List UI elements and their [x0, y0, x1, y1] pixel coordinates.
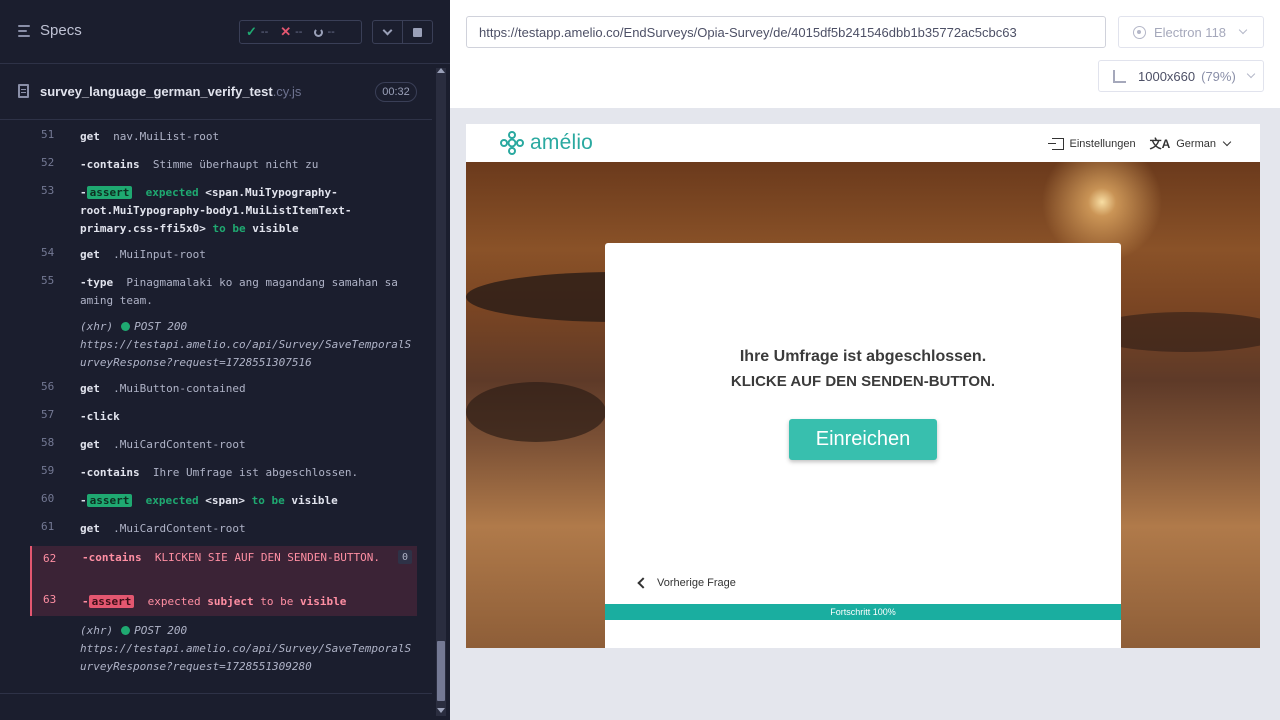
command-log: 51 get nav.MuiList-root 52 -contains Sti… [0, 122, 432, 682]
pending-stat: -- [308, 26, 340, 38]
assert-row[interactable]: 60 - assert expected <span> to be visible [30, 492, 417, 514]
assert-badge: assert [86, 494, 133, 507]
scroll-down-icon[interactable] [437, 708, 445, 713]
command-row[interactable]: 51 get nav.MuiList-root [30, 128, 417, 150]
scrollbar-thumb[interactable] [437, 641, 445, 701]
privacy-note: Ihre Antworten werden vertraulich behand… [605, 624, 1121, 634]
stop-icon [413, 27, 422, 37]
specs-label: Specs [40, 22, 82, 39]
passed-stat: ✓ -- [246, 24, 269, 39]
command-row[interactable]: 59 -contains Ihre Umfrage ist abgeschlos… [30, 464, 417, 486]
chevron-down-icon [1238, 25, 1248, 35]
completion-message: Ihre Umfrage ist abgeschlossen. [739, 348, 987, 365]
pending-icon [314, 27, 324, 37]
stop-button[interactable] [402, 21, 432, 43]
app-under-test-panel: https://testapp.amelio.co/EndSurveys/Opi… [450, 0, 1280, 720]
electron-icon [1133, 25, 1146, 39]
command-row[interactable]: 58 get .MuiCardContent-root [30, 436, 417, 458]
ruler-icon [1113, 69, 1126, 83]
scrollbar-track[interactable] [436, 68, 446, 716]
aut-header: https://testapp.amelio.co/EndSurveys/Opi… [450, 0, 1280, 108]
document-icon [18, 84, 29, 98]
command-row[interactable]: 52 -contains Stimme überhaupt nicht zu [30, 156, 417, 178]
language-selector[interactable]: German [1176, 138, 1216, 150]
cross-icon: ✕ [280, 24, 292, 39]
browser-selector[interactable]: Electron 118 [1118, 16, 1264, 48]
command-row[interactable]: 57 -click [30, 408, 417, 430]
assert-badge: assert [88, 595, 135, 608]
assert-row[interactable]: 53 - assert expected <span.MuiTypography-… [30, 184, 417, 240]
status-dot-icon [121, 626, 131, 635]
submit-button[interactable]: Einreichen [789, 419, 937, 460]
site-navbar: amélio Einstellungen 文A German [466, 124, 1260, 162]
command-row[interactable]: 55 -type Pinagmamalaki ko ang magandang … [30, 274, 417, 312]
reporter-panel: Specs ✓ -- ✕ -- -- survey_language_german_… [0, 0, 450, 720]
chevron-down-icon [382, 25, 393, 35]
submit-instruction: KLICKE AUF DEN SENDEN-BUTTON. [730, 373, 996, 390]
survey-card: Ihre Umfrage ist abgeschlossen. KLICKE A… [605, 243, 1121, 648]
url-bar[interactable]: https://testapp.amelio.co/EndSurveys/Opi… [466, 16, 1106, 48]
chevron-down-icon [1222, 137, 1232, 147]
reporter-scrollbar[interactable] [432, 64, 450, 720]
cypress-runner: Specs ✓ -- ✕ -- -- survey_language_german_… [0, 0, 1280, 720]
expand-button[interactable] [373, 21, 402, 43]
progress-bar: Fortschritt 100% [605, 604, 1121, 620]
amelio-logo: amélio [498, 129, 593, 157]
chevron-left-icon [637, 577, 649, 589]
element-count-badge: 0 [398, 550, 412, 564]
specs-toggle[interactable]: Specs [18, 22, 82, 39]
assert-badge: assert [86, 186, 133, 199]
failed-assert-row[interactable]: 63 - assert expected subject to be visibl… [30, 588, 417, 616]
exit-icon [1047, 137, 1064, 150]
top-right-menu: Einstellungen 文A German [1047, 135, 1232, 152]
runner-controls [372, 20, 433, 44]
command-row[interactable]: 61 get .MuiCardContent-root [30, 520, 417, 542]
failed-stat: ✕ -- [280, 24, 303, 39]
test-stats: ✓ -- ✕ -- -- [239, 20, 362, 44]
check-icon: ✓ [246, 24, 257, 39]
previous-question-button[interactable]: Vorherige Frage [637, 577, 736, 589]
spec-duration: 00:32 [375, 82, 417, 102]
command-row[interactable]: 56 get .MuiButton-contained [30, 380, 417, 402]
status-dot-icon [121, 322, 131, 331]
reporter-footer [0, 693, 432, 720]
aut-iframe: amélio Einstellungen 文A German Ihre Umfr… [466, 124, 1260, 648]
failed-command-row[interactable]: 62 -contains KLICKEN SIE AUF DEN SENDEN-… [30, 546, 417, 588]
viewport-info[interactable]: 1000x660 (79%) [1098, 60, 1264, 92]
xhr-row[interactable]: (xhr) POST 200 https://testapi.amelio.co/a… [30, 318, 417, 374]
xhr-row[interactable]: (xhr) POST 200 https://testapi.amelio.co/a… [30, 622, 417, 678]
translate-icon: 文A [1149, 137, 1171, 151]
reporter-header: Specs ✓ -- ✕ -- -- [0, 0, 450, 64]
command-row[interactable]: 54 get .MuiInput-root [30, 246, 417, 268]
progress-label: Fortschritt 100% [830, 607, 896, 617]
menu-icon [18, 24, 32, 37]
amelio-logo-icon [500, 131, 524, 155]
settings-link[interactable]: Einstellungen [1070, 138, 1136, 150]
scroll-up-icon[interactable] [437, 68, 445, 73]
chevron-down-icon [1246, 69, 1256, 79]
eye-off-icon [730, 624, 744, 634]
spec-file-name[interactable]: survey_language_german_verify_test.cy.js [40, 84, 301, 99]
sunset-background: Ihre Umfrage ist abgeschlossen. KLICKE A… [466, 162, 1260, 648]
